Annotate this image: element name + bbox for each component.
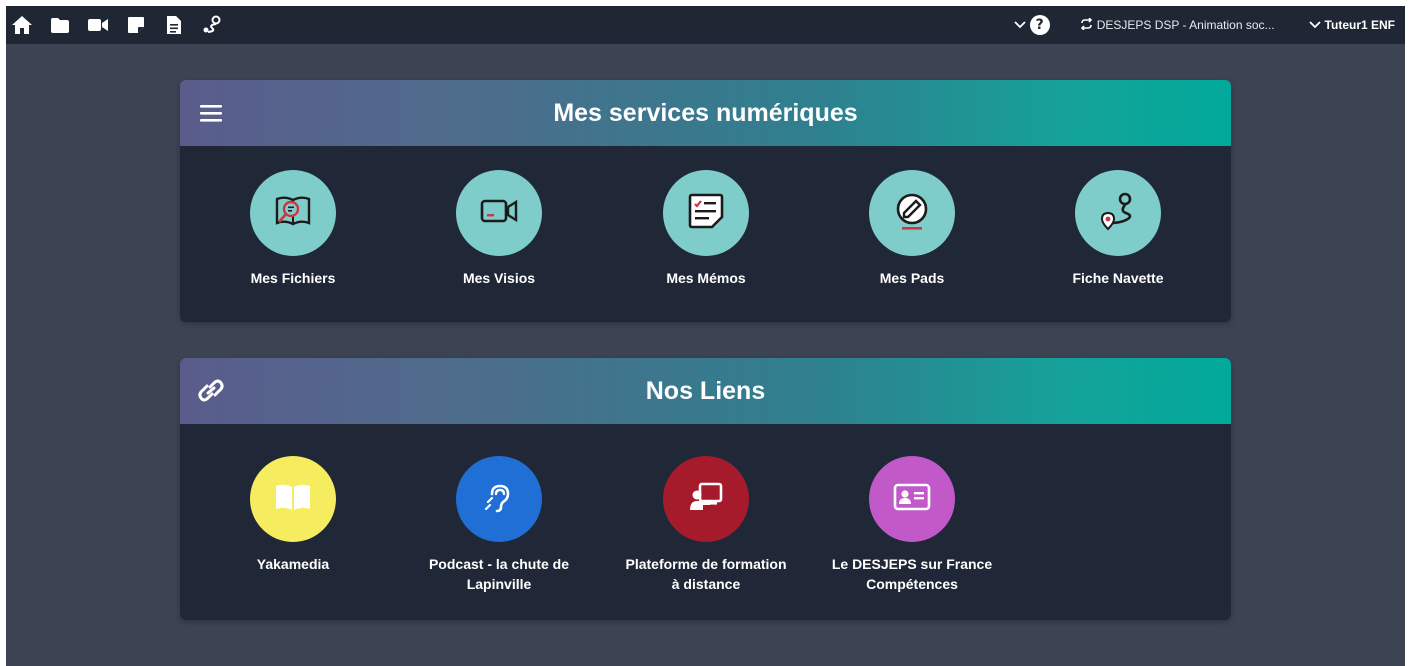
link-tile-podcast[interactable]: Podcast - la chute de Lapinville bbox=[404, 456, 594, 594]
folder-icon[interactable] bbox=[48, 13, 72, 37]
services-card: Mes services numériques Mes Fichiers Mes… bbox=[180, 80, 1231, 322]
link-tile-france-competences[interactable]: Le DESJEPS sur France Compétences bbox=[817, 456, 1007, 594]
top-bar-shortcuts bbox=[6, 13, 224, 37]
hearing-icon bbox=[482, 480, 516, 519]
pad-edit-icon bbox=[890, 189, 934, 238]
service-circle bbox=[250, 170, 336, 256]
top-bar: ? DESJEPS DSP - Animation soc... Tuteur1… bbox=[6, 6, 1405, 44]
service-circle bbox=[1075, 170, 1161, 256]
link-label: Le DESJEPS sur France Compétences bbox=[831, 556, 993, 592]
user-name: Tuteur1 ENF bbox=[1324, 18, 1395, 32]
service-tile-mes-fichiers[interactable]: Mes Fichiers bbox=[198, 170, 388, 288]
service-label: Mes Mémos bbox=[666, 270, 746, 286]
teacher-board-icon bbox=[688, 480, 724, 519]
link-tile-plateforme[interactable]: Plateforme de formation à distance bbox=[611, 456, 801, 594]
swap-arrows-icon bbox=[1080, 16, 1093, 33]
service-label: Mes Pads bbox=[879, 270, 945, 286]
service-tile-mes-visios[interactable]: Mes Visios bbox=[404, 170, 594, 288]
service-tile-mes-pads[interactable]: Mes Pads bbox=[817, 170, 1007, 288]
video-camera-icon[interactable] bbox=[86, 13, 110, 37]
sticky-note-icon[interactable] bbox=[124, 13, 148, 37]
home-icon[interactable] bbox=[10, 13, 34, 37]
links-card: Nos Liens Yakamedia Podcast - la chute d… bbox=[180, 358, 1231, 620]
question-circle-icon: ? bbox=[1029, 15, 1050, 35]
service-circle bbox=[869, 170, 955, 256]
service-circle bbox=[456, 170, 542, 256]
link-circle bbox=[456, 456, 542, 542]
link-label: Plateforme de formation à distance bbox=[625, 556, 787, 592]
memo-list-icon bbox=[684, 189, 728, 238]
chevron-down-icon bbox=[1014, 18, 1026, 32]
link-circle bbox=[663, 456, 749, 542]
help-dropdown[interactable]: ? bbox=[1014, 15, 1050, 35]
links-header: Nos Liens bbox=[180, 358, 1231, 424]
service-label: Mes Visios bbox=[462, 270, 536, 286]
link-tile-yakamedia[interactable]: Yakamedia bbox=[198, 456, 388, 574]
id-card-icon bbox=[893, 482, 931, 517]
link-label: Yakamedia bbox=[256, 556, 330, 572]
route-icon[interactable] bbox=[200, 13, 224, 37]
course-label: DESJEPS DSP - Animation soc... bbox=[1096, 18, 1275, 32]
service-label: Fiche Navette bbox=[1072, 270, 1164, 286]
services-title: Mes services numériques bbox=[553, 98, 858, 127]
chain-link-icon bbox=[196, 376, 226, 406]
service-circle bbox=[663, 170, 749, 256]
hamburger-menu-icon[interactable] bbox=[196, 98, 226, 128]
user-menu[interactable]: Tuteur1 ENF bbox=[1308, 18, 1395, 32]
link-circle bbox=[869, 456, 955, 542]
service-tile-fiche-navette[interactable]: Fiche Navette bbox=[1023, 170, 1213, 288]
course-switcher[interactable]: DESJEPS DSP - Animation soc... bbox=[1080, 16, 1275, 33]
chevron-down-icon bbox=[1308, 18, 1321, 32]
video-camera-icon bbox=[477, 189, 521, 238]
route-map-icon bbox=[1096, 189, 1140, 238]
app-frame: ? DESJEPS DSP - Animation soc... Tuteur1… bbox=[6, 6, 1405, 666]
book-search-icon bbox=[271, 189, 315, 238]
document-icon[interactable] bbox=[162, 13, 186, 37]
service-label: Mes Fichiers bbox=[250, 270, 336, 286]
links-title: Nos Liens bbox=[645, 376, 766, 405]
service-tile-mes-memos[interactable]: Mes Mémos bbox=[611, 170, 801, 288]
link-circle bbox=[250, 456, 336, 542]
top-bar-right: ? DESJEPS DSP - Animation soc... Tuteur1… bbox=[1014, 6, 1395, 44]
link-label: Podcast - la chute de Lapinville bbox=[428, 556, 570, 592]
open-book-icon bbox=[273, 481, 313, 518]
services-header: Mes services numériques bbox=[180, 80, 1231, 146]
